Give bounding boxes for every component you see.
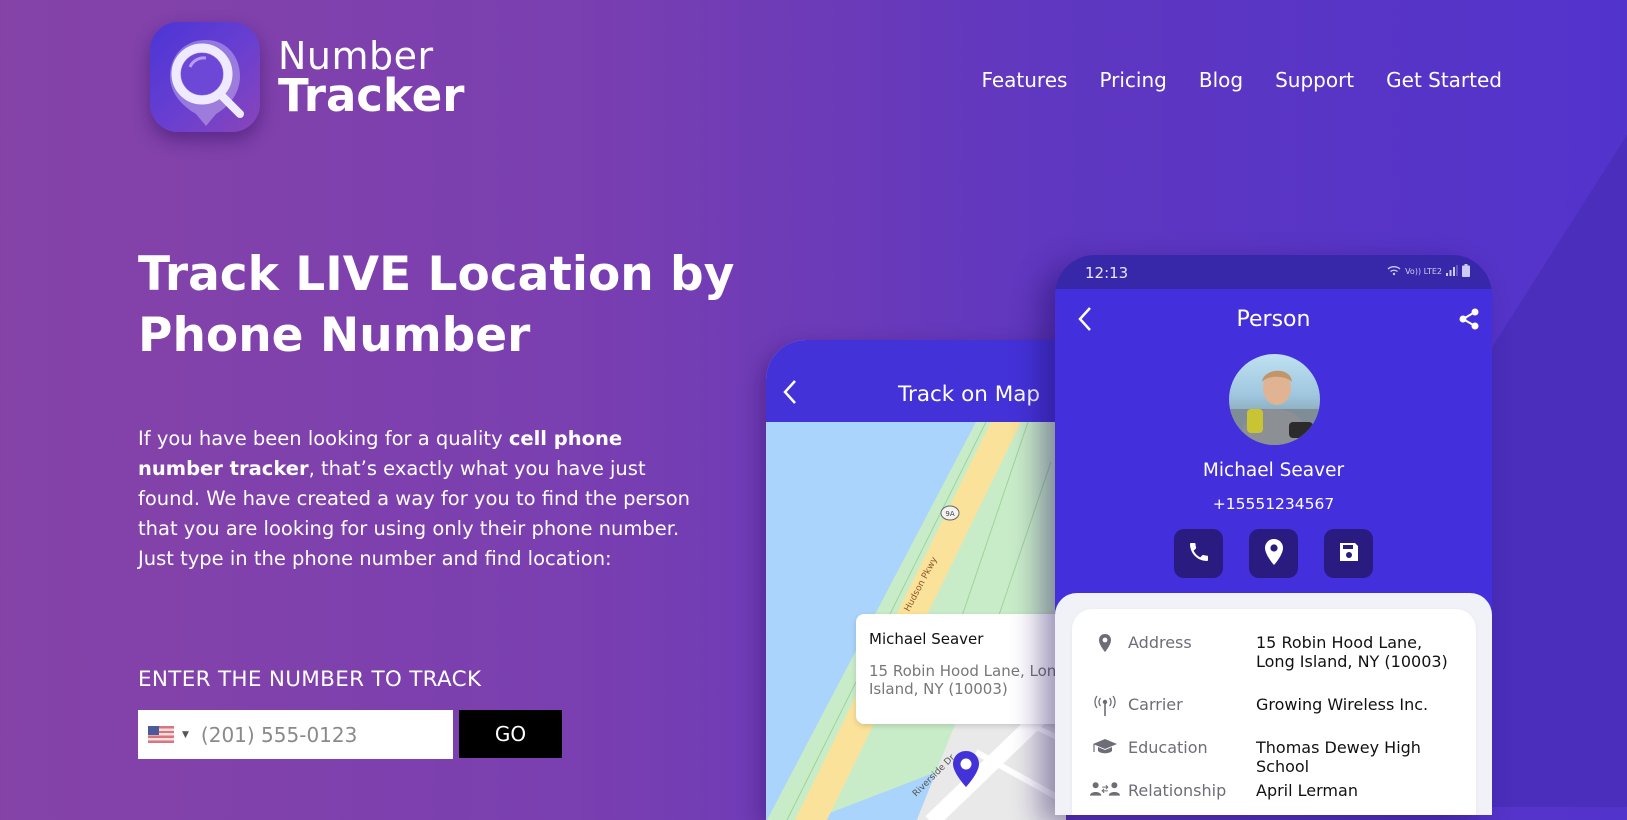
hero-description-part1: If you have been looking for a quality	[138, 427, 509, 450]
us-flag-icon[interactable]	[148, 726, 174, 743]
magnifier-pin-logo-icon	[150, 22, 260, 132]
person-phone-number: +15551234567	[1212, 495, 1335, 513]
save-icon	[1337, 540, 1361, 567]
details-panel: Address 15 Robin Hood Lane, Long Island,…	[1055, 593, 1492, 815]
nav-features[interactable]: Features	[981, 68, 1067, 92]
go-button[interactable]: GO	[459, 710, 562, 758]
phone-number-input[interactable]	[198, 721, 433, 748]
status-bar: 12:13 Vo)) LTE2	[1055, 255, 1492, 289]
network-indicator: Vo)) LTE2	[1405, 267, 1442, 276]
detail-value: April Lerman	[1256, 781, 1358, 800]
detail-label: Address	[1128, 633, 1192, 652]
antenna-icon	[1090, 695, 1120, 717]
nav-blog[interactable]: Blog	[1199, 68, 1243, 92]
back-chevron-icon[interactable]	[782, 378, 798, 410]
detail-value: 15 Robin Hood Lane, Long Island, NY (100…	[1256, 633, 1448, 671]
detail-label: Carrier	[1128, 695, 1183, 714]
hero-description: If you have been looking for a quality c…	[138, 424, 698, 574]
graduation-cap-icon	[1090, 738, 1120, 756]
phone-icon	[1187, 540, 1211, 567]
person-name: Michael Seaver	[1202, 460, 1345, 481]
map-card-address: 15 Robin Hood Lane, Long Island, NY (100…	[869, 662, 1066, 698]
save-contact-button[interactable]	[1324, 529, 1373, 578]
call-button[interactable]	[1174, 529, 1223, 578]
nav-pricing[interactable]: Pricing	[1099, 68, 1166, 92]
detail-label: Relationship	[1128, 781, 1227, 800]
nav-support[interactable]: Support	[1275, 68, 1354, 92]
main-nav: Features Pricing Blog Support Get Starte…	[981, 68, 1502, 92]
detail-value: Thomas Dewey High School	[1256, 738, 1421, 776]
location-pin-icon	[1264, 538, 1284, 569]
person-phone-mockup: 12:13 Vo)) LTE2 Person Michael Seaver +1…	[1055, 255, 1492, 815]
map-location-card[interactable]: Michael Seaver 15 Robin Hood Lane, Long …	[856, 614, 1066, 724]
track-number-label: ENTER THE NUMBER TO TRACK	[138, 667, 482, 692]
brand-logo[interactable]: Number Tracker	[150, 22, 464, 132]
share-icon[interactable]	[1458, 307, 1480, 335]
phone-number-field: ▼	[138, 710, 453, 759]
map-card-name: Michael Seaver	[869, 630, 984, 648]
map-route-badge: 9A	[945, 510, 954, 518]
detail-label: Education	[1128, 738, 1208, 757]
detail-value: Growing Wireless Inc.	[1256, 695, 1429, 714]
map-phone-mockup: Track on Map 9A Hudson Pkwy Riverside Dr…	[766, 340, 1066, 820]
country-dropdown-caret-icon[interactable]: ▼	[182, 730, 189, 740]
relationship-icon	[1090, 781, 1120, 797]
brand-name-line2: Tracker	[278, 68, 465, 122]
battery-icon	[1462, 264, 1470, 279]
signal-icon	[1446, 265, 1458, 278]
map-screen-title: Track on Map	[898, 382, 1041, 407]
details-card: Address 15 Robin Hood Lane, Long Island,…	[1072, 609, 1476, 815]
map-header: Track on Map	[766, 340, 1066, 422]
person-screen-title: Person	[1236, 307, 1311, 332]
map-location-pin-icon[interactable]	[952, 750, 980, 792]
nav-get-started[interactable]: Get Started	[1386, 68, 1502, 92]
wifi-icon	[1387, 265, 1401, 278]
status-time: 12:13	[1085, 264, 1129, 282]
hero-title: Track LIVE Location by Phone Number	[138, 247, 735, 363]
locate-button[interactable]	[1249, 529, 1298, 578]
avatar	[1229, 354, 1320, 445]
location-pin-icon	[1090, 633, 1120, 653]
